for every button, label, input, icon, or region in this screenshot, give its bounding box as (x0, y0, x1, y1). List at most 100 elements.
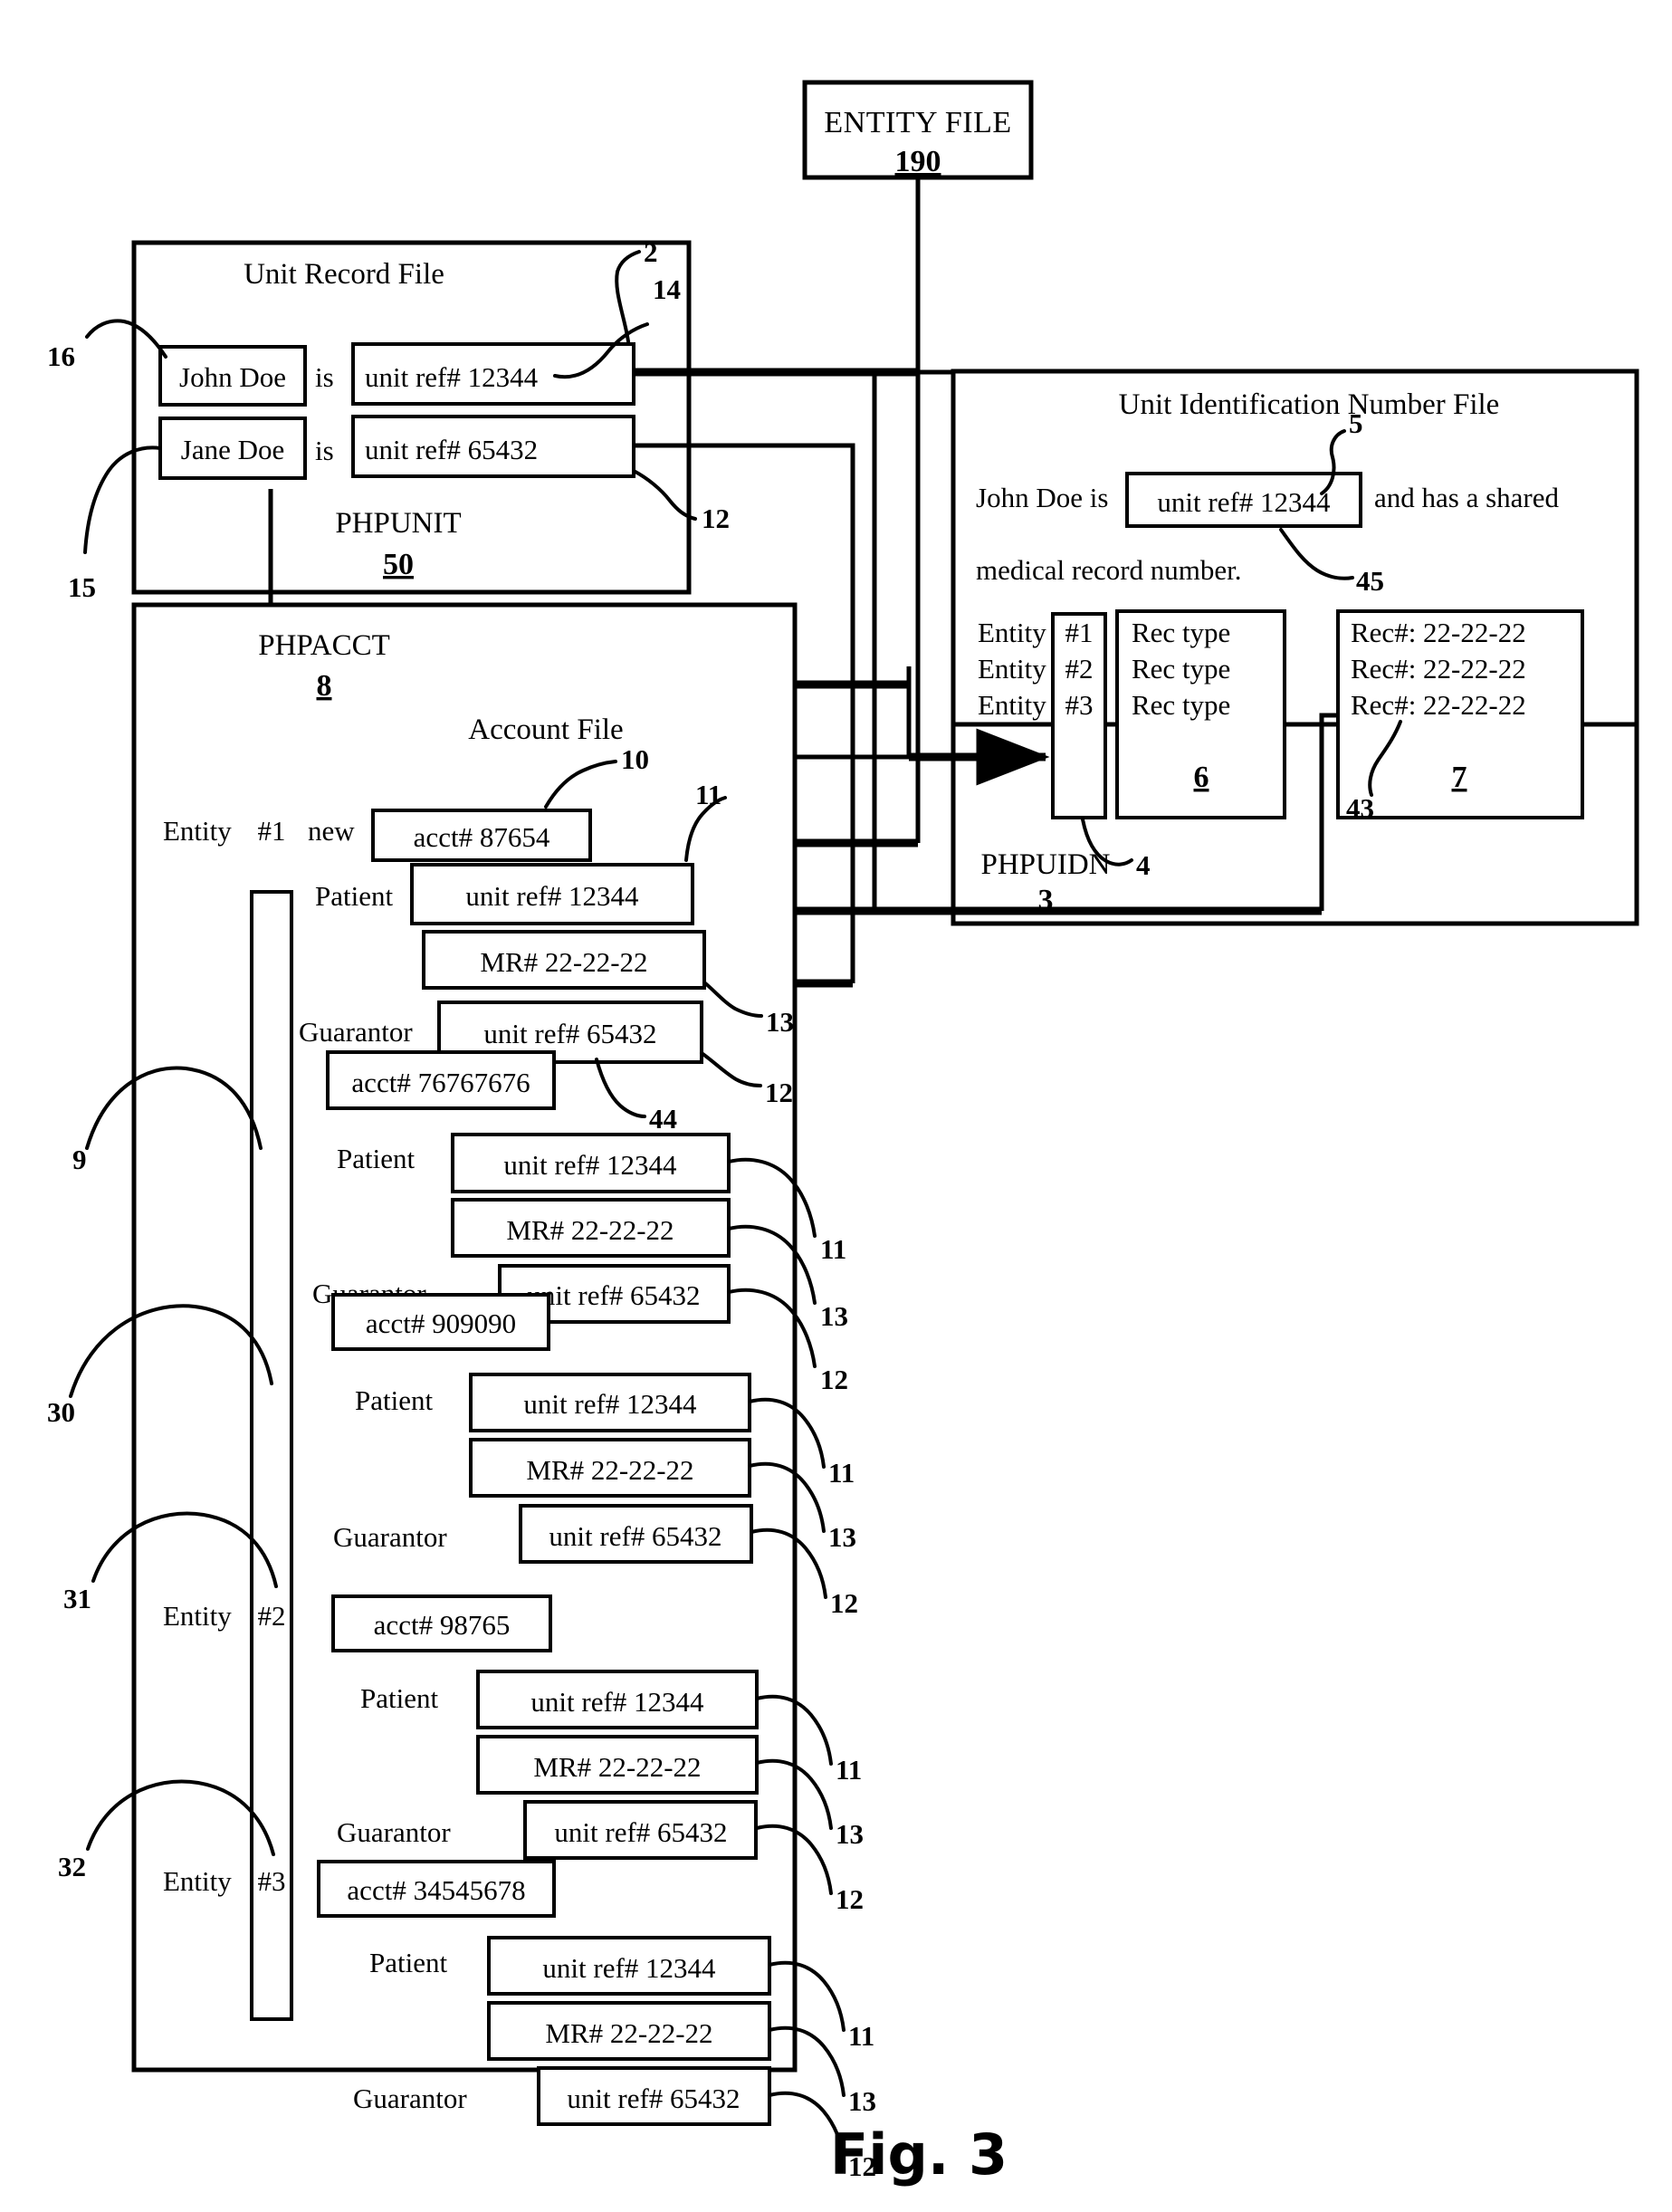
unit-record-ref-0: unit ref# 12344 (365, 361, 539, 393)
callout-13-g2: 13 (828, 1521, 856, 1553)
callout-43: 43 (1346, 792, 1374, 824)
callout-13-g1: 13 (820, 1300, 848, 1332)
callout-11-g2: 11 (828, 1457, 855, 1489)
callout-5: 5 (1349, 407, 1363, 439)
group4-acct: acct# 34545678 (347, 1874, 525, 1906)
group0-patient-label: Patient (315, 880, 393, 912)
group1-acct: acct# 76767676 (351, 1067, 530, 1098)
phpacct-label: PHPACCT (258, 629, 390, 662)
uidn-entity-label-2: Entity (978, 689, 1046, 721)
unit-record-file-panel: Unit Record File John Doe is unit ref# 1… (131, 240, 692, 595)
callout-12-unit: 12 (702, 503, 730, 534)
callout-6: 6 (1194, 761, 1209, 794)
unit-record-row-jane: Jane Doe is unit ref# 65432 (158, 415, 635, 480)
phpacct-number: 8 (317, 669, 332, 703)
uidn-recnum-0: Rec#: 22-22-22 (1351, 617, 1526, 648)
uidn-entity-num-2: #3 (1065, 689, 1094, 721)
group4-mr: MR# 22-22-22 (545, 2017, 712, 2049)
group3-entity-label: Entity (163, 1600, 232, 1632)
uidn-entity-label-0: Entity (978, 617, 1046, 648)
group1-mr: MR# 22-22-22 (506, 1214, 674, 1246)
uidn-entity-num-1: #2 (1065, 653, 1094, 685)
group4-patient-label: Patient (369, 1947, 447, 1978)
group4-entity-num: #3 (258, 1865, 286, 1897)
group2-patient-ref: unit ref# 12344 (523, 1388, 697, 1420)
group2-acct: acct# 909090 (366, 1307, 516, 1339)
callout-13-g0: 13 (766, 1006, 794, 1038)
group1-patient-label: Patient (337, 1143, 415, 1174)
callout-30: 30 (47, 1396, 75, 1428)
group3-acct: acct# 98765 (374, 1609, 511, 1641)
uidn-file-panel: Unit Identification Number File John Doe… (951, 369, 1639, 917)
phpunit-number: 50 (383, 548, 414, 581)
group3-mr: MR# 22-22-22 (533, 1751, 701, 1783)
unit-record-verb-1: is (315, 435, 334, 466)
group2-mr: MR# 22-22-22 (526, 1454, 693, 1486)
phpuidn-label: PHPUIDN (980, 848, 1110, 881)
patent-figure-page: ENTITY FILE 190 Unit Record File John Do… (0, 0, 1672, 2212)
callout-4: 4 (1136, 849, 1151, 881)
uidn-recnum-2: Rec#: 22-22-22 (1351, 689, 1526, 721)
group3-entity-num: #2 (258, 1600, 286, 1632)
group4-guarantor-label: Guarantor (353, 2083, 467, 2114)
group2-guarantor-ref: unit ref# 65432 (549, 1520, 721, 1552)
callout-12-g1: 12 (820, 1364, 848, 1395)
callout-31: 31 (63, 1583, 91, 1614)
callout-15: 15 (68, 571, 96, 603)
uidn-sentence-mid: and has a shared (1374, 482, 1559, 513)
uidn-rectype-1: Rec type (1132, 653, 1230, 685)
unit-record-verb-0: is (315, 361, 334, 393)
unit-record-name-0: John Doe (179, 361, 286, 393)
group0-entity-label: Entity (163, 815, 232, 847)
group0-patient-ref: unit ref# 12344 (465, 880, 639, 912)
group2-patient-label: Patient (355, 1384, 433, 1416)
callout-16: 16 (47, 340, 75, 372)
callout-11-g4: 11 (848, 2020, 874, 2052)
callout-32: 32 (58, 1851, 86, 1882)
callout-11-g3: 11 (836, 1754, 862, 1786)
account-file-title: Account File (468, 713, 623, 746)
entity-file-title: ENTITY FILE (824, 106, 1011, 139)
unit-record-ref-1: unit ref# 65432 (365, 434, 538, 465)
group0-new-flag: new (308, 815, 355, 847)
entity-file-box: ENTITY FILE 190 (802, 80, 1034, 180)
uidn-entity-label-1: Entity (978, 653, 1046, 685)
uidn-sentence-ref: unit ref# 12344 (1157, 486, 1331, 518)
group0-acct: acct# 87654 (414, 821, 550, 853)
callout-45: 45 (1356, 565, 1384, 597)
group0-guarantor-label: Guarantor (299, 1016, 413, 1048)
group0-guarantor-ref: unit ref# 65432 (483, 1018, 656, 1049)
callout-12-g3: 12 (836, 1883, 864, 1915)
group1-patient-ref: unit ref# 12344 (503, 1149, 677, 1181)
callout-14: 14 (653, 273, 681, 305)
callout-2: 2 (644, 236, 658, 268)
uidn-sentence-suffix: medical record number. (976, 554, 1242, 586)
callout-7: 7 (1452, 761, 1467, 794)
group4-guarantor-ref: unit ref# 65432 (567, 2083, 740, 2114)
group3-guarantor-label: Guarantor (337, 1816, 451, 1848)
uidn-rectype-0: Rec type (1132, 617, 1230, 648)
unit-record-row-john: John Doe is unit ref# 12344 (158, 342, 635, 407)
uidn-recnum-1: Rec#: 22-22-22 (1351, 653, 1526, 685)
uidn-rectype-2: Rec type (1132, 689, 1230, 721)
group1-guarantor-ref: unit ref# 65432 (527, 1279, 700, 1311)
group0-entity-num: #1 (258, 815, 286, 847)
group0-mr: MR# 22-22-22 (480, 946, 647, 978)
group3-patient-ref: unit ref# 12344 (530, 1686, 704, 1718)
callout-13-g3: 13 (836, 1818, 864, 1850)
callout-44: 44 (649, 1103, 677, 1135)
callout-11-g0: 11 (695, 779, 721, 810)
callout-12-g2: 12 (830, 1587, 858, 1619)
callout-12-g0: 12 (765, 1077, 793, 1108)
figure-caption: Fig. 3 (830, 2121, 1008, 2188)
uidn-sentence-prefix: John Doe is (976, 482, 1108, 513)
uidn-file-title: Unit Identification Number File (1119, 388, 1500, 421)
callout-9: 9 (72, 1144, 87, 1175)
group3-patient-label: Patient (360, 1682, 438, 1714)
entity-file-number: 190 (895, 145, 941, 178)
uidn-entity-num-0: #1 (1065, 617, 1094, 648)
callout-13-g4: 13 (848, 2085, 876, 2117)
group3-guarantor-ref: unit ref# 65432 (554, 1816, 727, 1848)
group4-patient-ref: unit ref# 12344 (542, 1952, 716, 1984)
unit-record-name-1: Jane Doe (181, 434, 284, 465)
